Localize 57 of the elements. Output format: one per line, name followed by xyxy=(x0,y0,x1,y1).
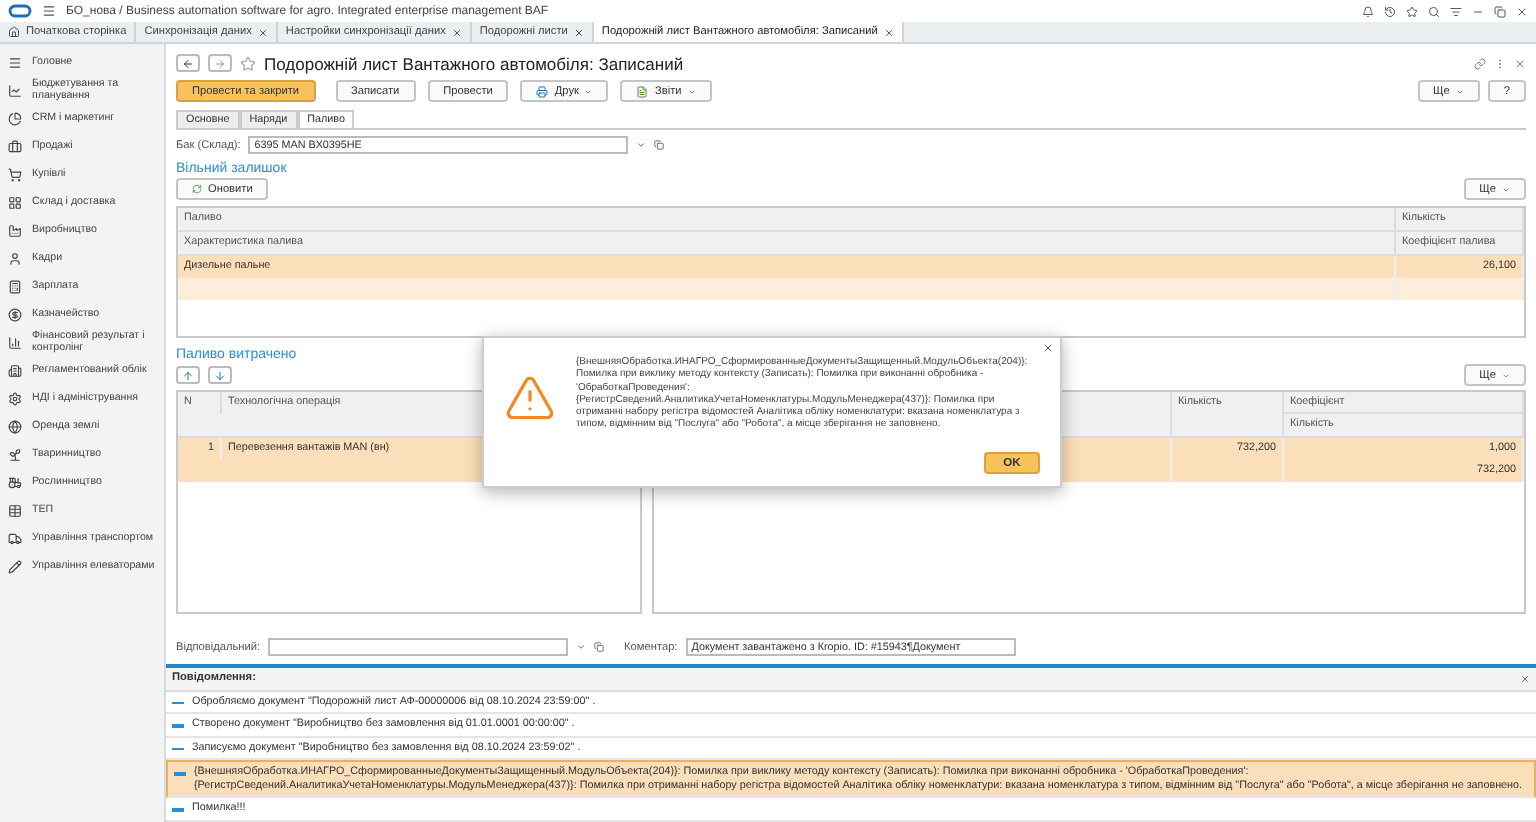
calculator-icon xyxy=(8,279,22,293)
forward-arrow-icon xyxy=(214,57,226,69)
close-icon[interactable] xyxy=(1514,57,1526,69)
factory-icon xyxy=(8,223,22,237)
report-icon xyxy=(636,85,649,97)
dropdown-icon[interactable] xyxy=(576,642,587,652)
close-icon[interactable] xyxy=(1042,342,1054,354)
minimize-icon[interactable] xyxy=(1472,5,1484,17)
open-icon[interactable] xyxy=(654,140,665,150)
sprout-icon xyxy=(8,447,22,461)
person-icon xyxy=(8,251,22,265)
message-row[interactable] xyxy=(166,760,1536,799)
dropdown-icon[interactable] xyxy=(636,140,647,150)
responsible-field[interactable] xyxy=(268,638,569,656)
briefcase-icon xyxy=(8,139,22,153)
grid-icon xyxy=(8,195,22,209)
move-up-button[interactable] xyxy=(176,366,200,384)
up-arrow-icon xyxy=(182,369,194,381)
printer-icon xyxy=(536,85,549,97)
tractor-icon xyxy=(8,475,22,489)
pencil-icon xyxy=(8,559,22,573)
back-button[interactable] xyxy=(176,54,200,72)
close-icon[interactable] xyxy=(1516,5,1528,17)
filter-icon[interactable] xyxy=(1450,5,1462,17)
dash-icon xyxy=(174,772,186,776)
globe-icon xyxy=(8,419,22,433)
bell-icon[interactable] xyxy=(1362,5,1374,17)
dash-icon xyxy=(172,747,184,751)
open-icon[interactable] xyxy=(594,642,605,652)
pie-chart-icon xyxy=(8,111,22,125)
bar-chart-icon xyxy=(8,335,22,349)
menu-icon xyxy=(8,55,22,69)
star-icon[interactable] xyxy=(240,55,256,71)
truck-icon xyxy=(8,531,22,545)
dash-icon xyxy=(172,808,184,812)
dash-icon xyxy=(172,701,184,705)
down-arrow-icon xyxy=(214,369,226,381)
link-icon[interactable] xyxy=(1474,57,1486,69)
history-icon[interactable] xyxy=(1384,5,1396,17)
move-down-button[interactable] xyxy=(208,366,232,384)
coin-icon xyxy=(8,307,22,321)
refresh-icon xyxy=(192,184,202,194)
table-icon xyxy=(8,503,22,517)
menu-icon[interactable] xyxy=(42,4,56,18)
home-icon xyxy=(8,26,20,38)
warning-icon xyxy=(504,372,556,424)
document-title: Подорожній лист Вантажного автомобіля: Записаний xyxy=(264,53,686,73)
restore-icon[interactable] xyxy=(1494,5,1506,17)
search-icon[interactable] xyxy=(1428,5,1440,17)
star-icon[interactable] xyxy=(1406,5,1418,17)
building-icon xyxy=(8,363,22,377)
gear-icon xyxy=(8,391,22,405)
back-arrow-icon xyxy=(182,57,194,69)
dash-icon xyxy=(172,724,184,728)
cart-icon xyxy=(8,167,22,181)
line-chart-icon xyxy=(8,83,22,97)
logo-icon xyxy=(8,4,32,18)
